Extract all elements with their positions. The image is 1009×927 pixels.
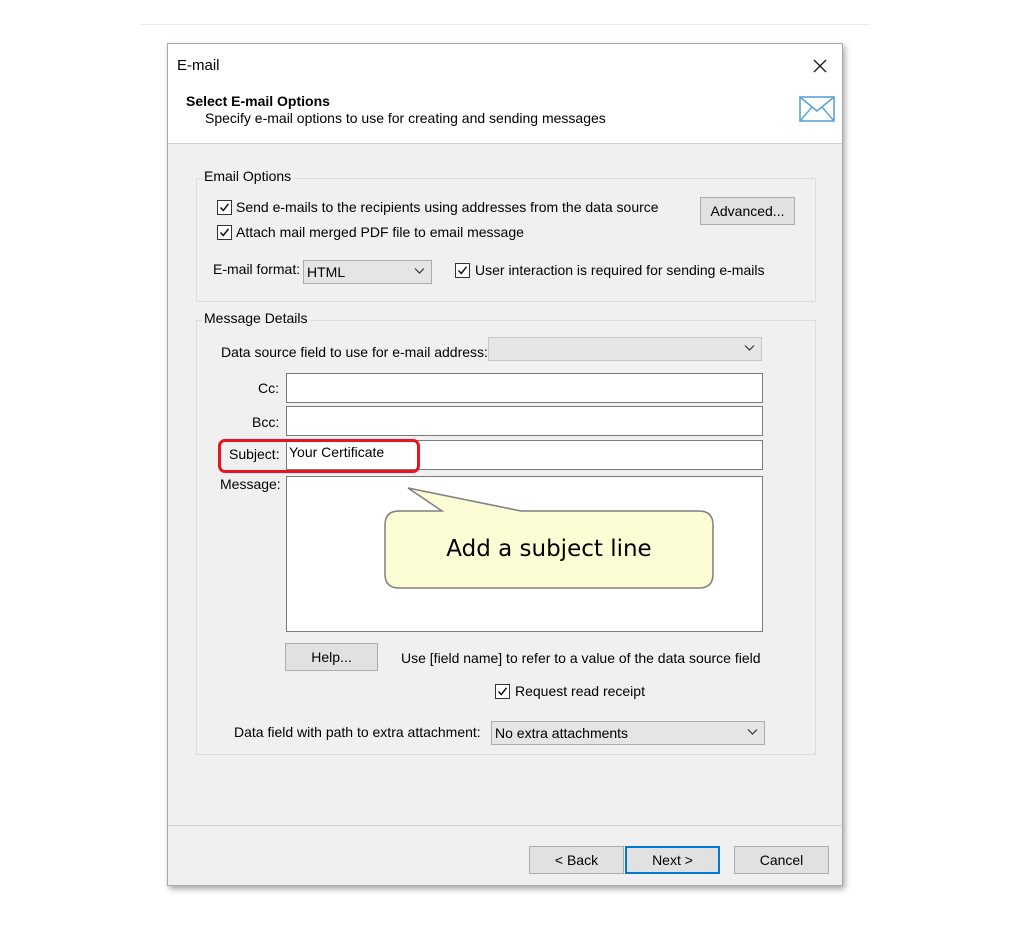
checkmark-icon — [497, 687, 508, 696]
send-to-recipients-checkbox[interactable] — [217, 200, 232, 215]
bcc-input[interactable] — [286, 406, 763, 436]
checkmark-icon — [219, 203, 230, 212]
advanced-button[interactable]: Advanced... — [700, 197, 795, 225]
header-subtitle: Specify e-mail options to use for creati… — [205, 110, 606, 126]
user-interaction-checkbox[interactable] — [455, 263, 470, 278]
user-interaction-label: User interaction is required for sending… — [475, 262, 765, 278]
attach-pdf-checkbox[interactable] — [217, 225, 232, 240]
send-to-recipients-label: Send e-mails to the recipients using add… — [236, 199, 659, 215]
close-icon — [813, 59, 827, 73]
cancel-button[interactable]: Cancel — [734, 846, 829, 874]
help-button[interactable]: Help... — [285, 643, 378, 671]
message-label: Message: — [220, 476, 281, 492]
email-format-label: E-mail format: — [213, 261, 301, 277]
attachment-label: Data field with path to extra attachment… — [234, 724, 481, 740]
message-details-title: Message Details — [202, 310, 310, 326]
dialog-header: E-mail Select E-mail Options Specify e-m… — [168, 44, 842, 144]
callout-text: Add a subject line — [446, 536, 652, 562]
attachment-select[interactable]: No extra attachments — [491, 721, 765, 745]
email-format-value: HTML — [307, 264, 346, 280]
chevron-down-icon — [414, 268, 425, 274]
top-divider — [140, 24, 870, 25]
close-button[interactable] — [808, 54, 832, 78]
help-hint: Use [field name] to refer to a value of … — [401, 650, 761, 666]
footer-divider — [168, 825, 842, 826]
read-receipt-checkbox[interactable] — [495, 684, 510, 699]
cc-input[interactable] — [286, 373, 763, 403]
bcc-label: Bcc: — [252, 414, 280, 430]
back-button[interactable]: < Back — [529, 846, 624, 874]
address-field-label: Data source field to use for e-mail addr… — [221, 344, 488, 360]
attachment-value: No extra attachments — [495, 725, 629, 741]
checkmark-icon — [219, 228, 230, 237]
email-format-select[interactable]: HTML — [303, 260, 432, 284]
cc-label: Cc: — [258, 380, 279, 396]
header-title: Select E-mail Options — [186, 93, 330, 109]
read-receipt-label: Request read receipt — [515, 683, 645, 699]
email-options-title: Email Options — [202, 168, 294, 184]
envelope-icon — [799, 96, 835, 122]
attach-pdf-label: Attach mail merged PDF file to email mes… — [236, 224, 524, 240]
address-field-select[interactable] — [488, 337, 762, 361]
chevron-down-icon — [744, 345, 755, 351]
next-button[interactable]: Next > — [625, 846, 720, 874]
subject-highlight — [218, 439, 420, 473]
checkmark-icon — [457, 266, 468, 275]
window-title: E-mail — [177, 57, 220, 74]
chevron-down-icon — [747, 729, 758, 735]
